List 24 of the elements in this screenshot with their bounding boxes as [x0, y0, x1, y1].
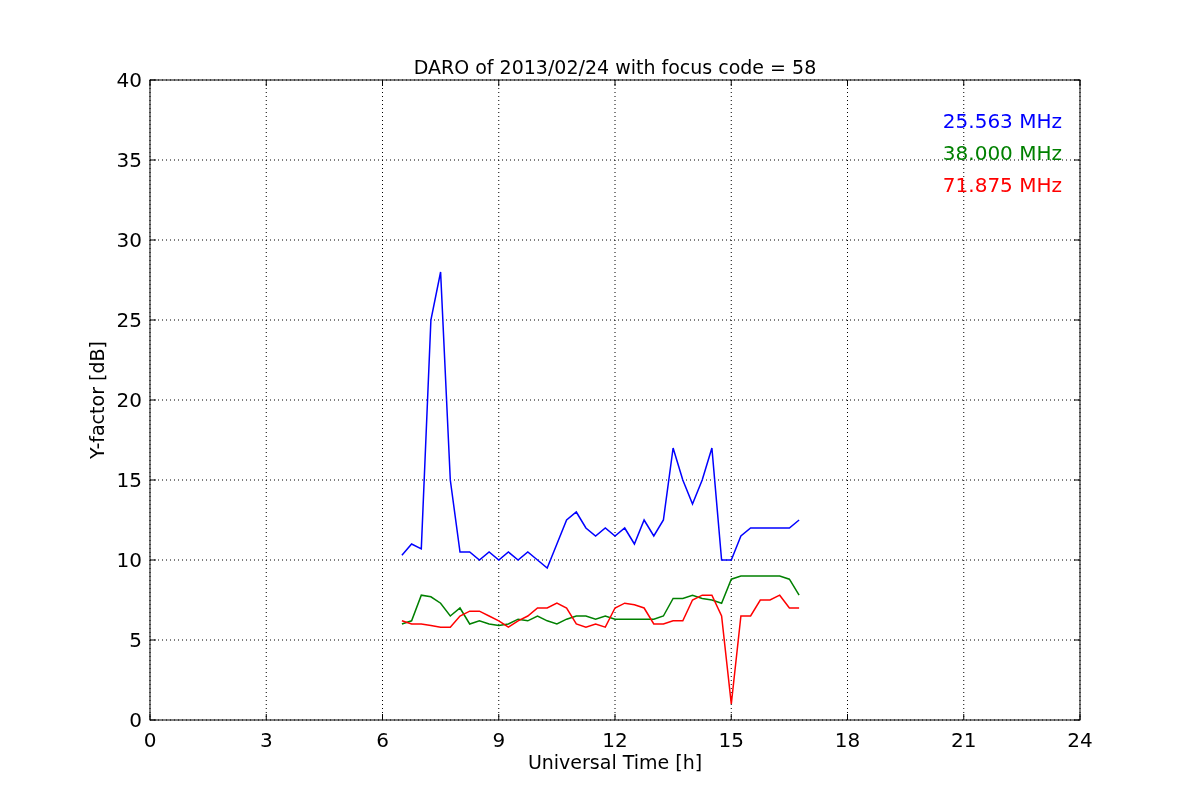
legend-label: 38.000 MHz — [942, 141, 1062, 165]
x-tick-label: 21 — [951, 728, 977, 752]
y-tick-label: 30 — [116, 228, 142, 252]
x-tick-label: 9 — [492, 728, 506, 752]
y-axis-label: Y-factor [dB] — [86, 341, 108, 459]
x-tick-label: 24 — [1067, 728, 1093, 752]
legend-label: 25.563 MHz — [942, 109, 1062, 133]
x-tick-label: 3 — [259, 728, 273, 752]
x-tick-label: 12 — [602, 728, 628, 752]
x-tick-label: 18 — [834, 728, 861, 752]
x-tick-label: 0 — [143, 728, 157, 752]
x-axis-label: Universal Time [h] — [527, 751, 703, 773]
x-tick-label: 15 — [718, 728, 744, 752]
y-tick-label: 0 — [129, 708, 142, 732]
legend-label: 71.875 MHz — [942, 173, 1062, 197]
y-tick-label: 40 — [116, 68, 142, 92]
x-tick-label: 6 — [376, 728, 389, 752]
y-tick-label: 35 — [116, 148, 142, 172]
y-tick-label: 10 — [116, 548, 142, 572]
y-tick-label: 25 — [116, 308, 142, 332]
y-tick-label: 20 — [116, 388, 142, 412]
chart-title: DARO of 2013/02/24 with focus code = 58 — [413, 56, 817, 78]
y-tick-label: 5 — [129, 628, 142, 652]
y-tick-label: 15 — [116, 468, 142, 492]
